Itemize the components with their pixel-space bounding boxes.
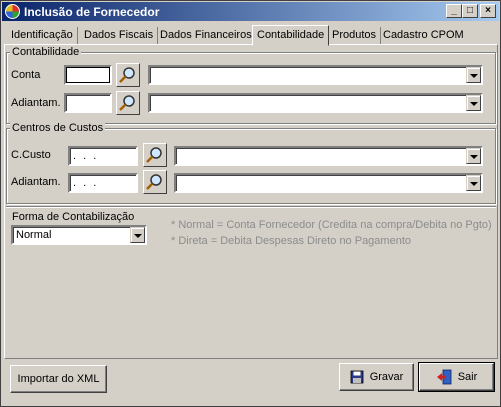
app-logo-icon <box>5 4 20 19</box>
maximize-button[interactable]: □ <box>462 4 478 18</box>
conta-search-button[interactable] <box>116 63 140 87</box>
chevron-down-icon[interactable] <box>466 67 481 83</box>
minimize-button[interactable]: _ <box>446 4 462 18</box>
note-normal: * Normal = Conta Fornecedor (Credita na … <box>171 219 492 231</box>
supplier-window: Inclusão de Fornecedor _ □ × Identificaç… <box>0 0 501 407</box>
adiantam-ccusto-input[interactable]: . . . <box>68 173 138 193</box>
contabilidade-group-label: Contabilidade <box>10 46 82 58</box>
adiantam-ccusto-combo[interactable] <box>174 173 483 193</box>
chevron-down-icon[interactable] <box>130 227 145 243</box>
tab-contabilidade[interactable]: Contabilidade <box>252 25 330 46</box>
import-xml-label: Importar do XML <box>17 373 100 385</box>
tab-dados-fiscais[interactable]: Dados Fiscais <box>80 27 159 45</box>
magnifier-icon <box>146 147 162 163</box>
exit-label: Sair <box>457 371 478 383</box>
adiantam-conta-search-button[interactable] <box>116 91 140 115</box>
tab-identificacao[interactable]: Identificação <box>7 27 78 45</box>
ccusto-combo[interactable] <box>174 146 483 166</box>
conta-combo[interactable] <box>148 65 483 85</box>
ccusto-label: C.Custo <box>11 149 51 161</box>
floppy-disk-icon <box>350 370 364 384</box>
ccusto-input[interactable]: . . . <box>68 146 138 166</box>
adiantam-ccusto-label: Adiantam. <box>11 176 61 188</box>
conta-label: Conta <box>11 69 41 81</box>
exit-door-icon <box>436 369 452 385</box>
save-button[interactable]: Gravar <box>339 363 414 391</box>
tab-produtos[interactable]: Produtos <box>328 27 382 45</box>
chevron-down-icon[interactable] <box>466 95 481 111</box>
note-direta: * Direta = Debita Despesas Direto no Pag… <box>171 235 411 247</box>
conta-input[interactable] <box>64 65 112 85</box>
tab-cadastro-cpom[interactable]: Cadastro CPOM <box>379 27 468 45</box>
tab-page-contabilidade: Contabilidade Conta Adiantam. Centros de… <box>4 44 498 359</box>
window-title: Inclusão de Fornecedor <box>24 5 160 19</box>
forma-contabilizacao-select[interactable]: Normal <box>11 225 147 245</box>
contabilidade-group: Contabilidade Conta Adiantam. <box>6 46 496 124</box>
adiantam-conta-combo[interactable] <box>148 93 483 113</box>
tab-dados-financeiros[interactable]: Dados Financeiros <box>156 27 256 45</box>
adiantam-ccusto-search-button[interactable] <box>143 170 167 194</box>
title-bar[interactable]: Inclusão de Fornecedor _ □ × <box>2 2 499 21</box>
import-xml-button[interactable]: Importar do XML <box>10 365 107 393</box>
forma-contabilizacao-label: Forma de Contabilização <box>12 211 135 223</box>
save-label: Gravar <box>369 371 404 383</box>
centros-custos-group-label: Centros de Custos <box>10 122 106 134</box>
chevron-down-icon[interactable] <box>466 148 481 164</box>
exit-button[interactable]: Sair <box>418 362 495 392</box>
magnifier-icon <box>119 95 135 111</box>
adiantam-conta-label: Adiantam. <box>11 97 61 109</box>
divider <box>6 206 496 207</box>
ccusto-search-button[interactable] <box>143 143 167 167</box>
adiantam-conta-input[interactable] <box>64 93 112 113</box>
magnifier-icon <box>119 67 135 83</box>
forma-contabilizacao-value: Normal <box>16 229 52 241</box>
close-button[interactable]: × <box>480 4 496 18</box>
chevron-down-icon[interactable] <box>466 175 481 191</box>
magnifier-icon <box>146 174 162 190</box>
centros-custos-group: Centros de Custos C.Custo . . . Adiantam… <box>6 122 496 204</box>
